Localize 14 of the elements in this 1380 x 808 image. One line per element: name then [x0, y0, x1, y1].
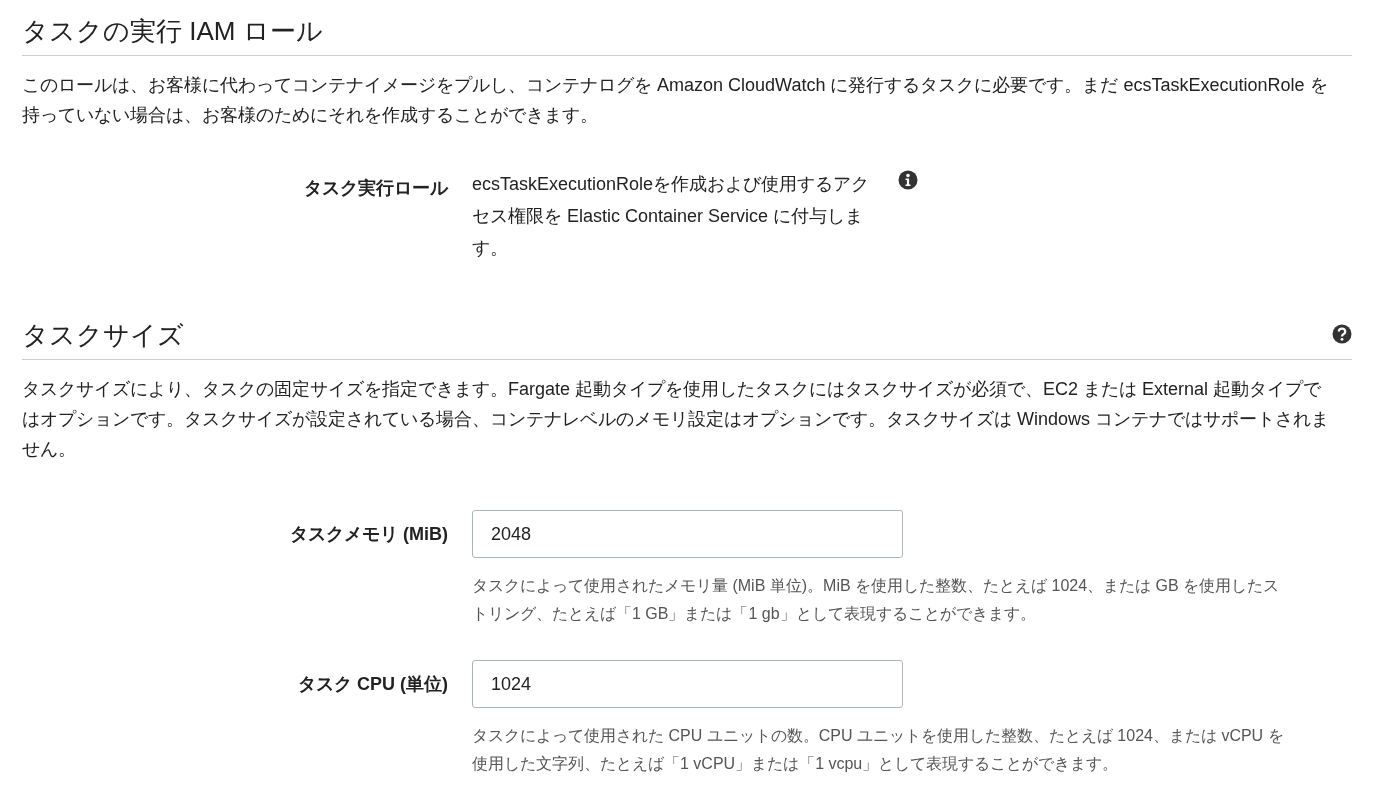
field-hint: タスクによって使用されたメモリ量 (MiB 単位)。MiB を使用した整数、たとえば 1024、または GB を使用したストリング、たとえば「1 GB」または「1 gb」として表現することができます。	[472, 576, 1281, 624]
input-field[interactable]: 1024	[472, 660, 903, 708]
section-description: このロールは、お客様に代わってコンテナイメージをプルし、コンテナログを Amazon CloudWatch に発行するタスクに必要です。まだ ecsTaskExecutionRole を持っていない場合は、お客様のためにそれを作成することができます。	[22, 74, 1329, 127]
field-label: タスクメモリ (MiB)	[289, 523, 448, 546]
input-field[interactable]: 2048	[472, 510, 903, 558]
field-label: タスク CPU (単位)	[297, 673, 448, 696]
help-icon[interactable]	[1332, 323, 1352, 344]
field-hint: タスクによって使用された CPU ユニットの数。CPU ユニットを使用した整数、たとえば 1024、または vCPU を使用した文字列、たとえば「1 vCPU」または「1 vcpu」として表現することができます。	[472, 726, 1285, 774]
field-value: ecsTaskExecutionRoleを作成および使用するアクセス権限を Elastic Container Service に付与します。	[472, 173, 871, 260]
section-description: タスクサイズにより、タスクの固定サイズを指定できます。Fargate 起動タイプを使用したタスクにはタスクサイズが必須で、EC2 または External 起動タイプではオプションです。タスクサイズが設定されている場合、コンテナレベルのメモリ設定はオプションです。タスクサイズは Windows コンテナではサポートされません。	[22, 378, 1331, 461]
field-label: タスク実行ロール	[303, 177, 448, 200]
section-title: タスクの実行 IAM ロール	[22, 15, 323, 48]
section-title: タスクサイズ	[22, 319, 184, 352]
info-icon[interactable]	[898, 170, 918, 190]
